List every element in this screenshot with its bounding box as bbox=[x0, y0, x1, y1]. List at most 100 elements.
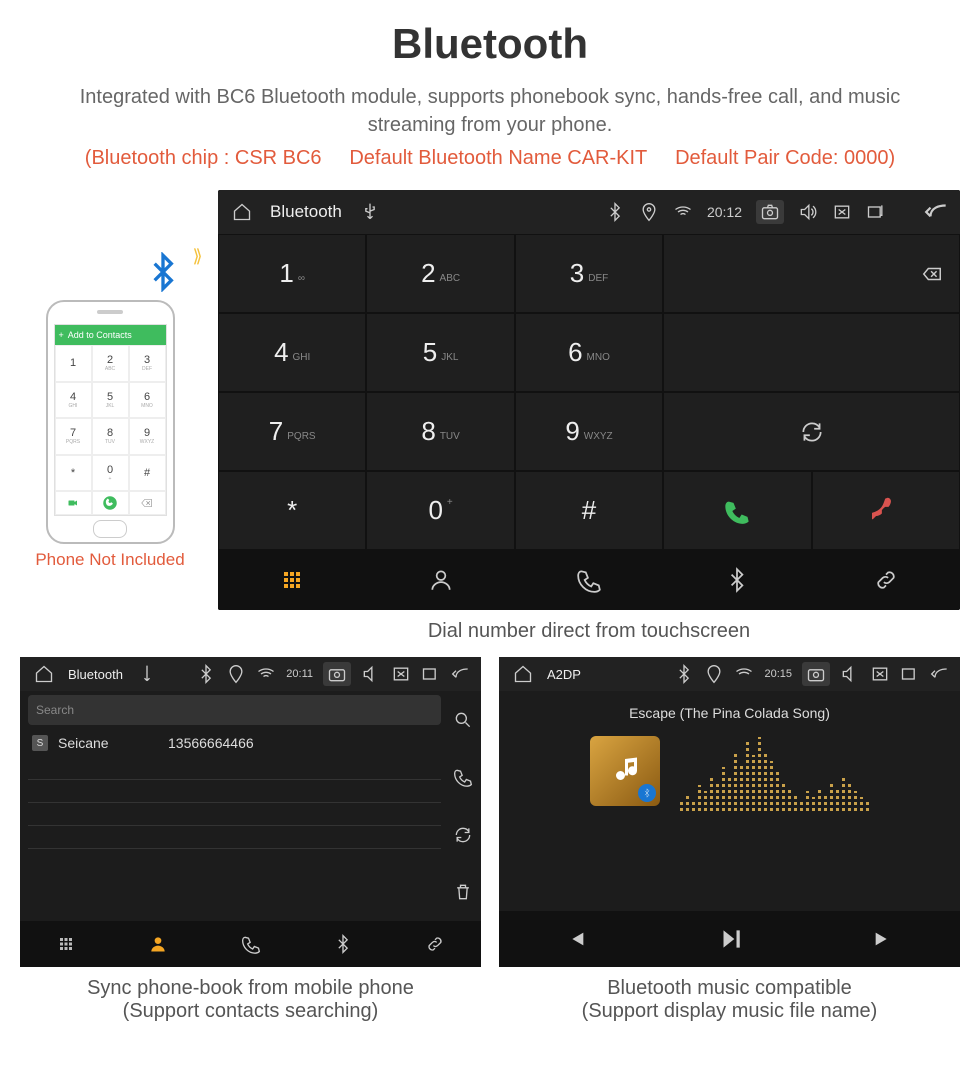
nav-dialpad[interactable] bbox=[218, 550, 366, 610]
phone-key-1: 1 bbox=[55, 345, 92, 382]
home-icon[interactable] bbox=[509, 660, 537, 688]
clock-text: 20:12 bbox=[707, 204, 742, 220]
phone-top-label: Add to Contacts bbox=[68, 330, 132, 340]
phone-key-*: * bbox=[55, 455, 92, 492]
home-icon[interactable] bbox=[30, 660, 58, 688]
key-hash[interactable]: # bbox=[515, 471, 663, 550]
hangup-button[interactable] bbox=[812, 471, 960, 550]
nav-calls[interactable] bbox=[515, 550, 663, 610]
spec-name: Default Bluetooth Name CAR-KIT bbox=[349, 147, 647, 169]
side-delete-icon[interactable] bbox=[453, 877, 473, 907]
redial-button[interactable] bbox=[663, 392, 960, 471]
key-8[interactable]: 8TUV bbox=[366, 392, 514, 471]
home-icon[interactable] bbox=[228, 198, 256, 226]
bt-badge-icon bbox=[638, 784, 656, 802]
key-7[interactable]: 7PQRS bbox=[218, 392, 366, 471]
music-status-bar: A2DP 20:15 bbox=[499, 657, 960, 691]
side-refresh-icon[interactable] bbox=[453, 820, 473, 850]
close-button[interactable] bbox=[832, 202, 852, 222]
equalizer bbox=[680, 731, 869, 811]
nav-bluetooth[interactable] bbox=[663, 550, 811, 610]
nav-link[interactable] bbox=[389, 921, 481, 967]
key-0[interactable]: 0+ bbox=[366, 471, 514, 550]
nav-contacts[interactable] bbox=[112, 921, 204, 967]
screenshot-button[interactable] bbox=[756, 200, 784, 224]
side-call-icon[interactable] bbox=[453, 762, 473, 792]
contacts-bottom-nav bbox=[20, 921, 481, 967]
recents-button[interactable] bbox=[866, 202, 886, 222]
close-button[interactable] bbox=[870, 664, 890, 684]
status-bar: Bluetooth 20:12 bbox=[218, 190, 960, 234]
location-icon bbox=[639, 202, 659, 222]
backspace-icon bbox=[129, 491, 166, 515]
search-input[interactable]: Search bbox=[28, 695, 441, 725]
dial-icon bbox=[92, 491, 129, 515]
nav-link[interactable] bbox=[812, 550, 960, 610]
close-button[interactable] bbox=[391, 664, 411, 684]
back-button[interactable] bbox=[924, 199, 950, 225]
next-button[interactable] bbox=[806, 911, 960, 967]
wifi-icon bbox=[734, 664, 754, 684]
volume-button[interactable] bbox=[798, 202, 818, 222]
spec-chip: (Bluetooth chip : CSR BC6 bbox=[85, 147, 322, 169]
contacts-caption-2: (Support contacts searching) bbox=[20, 1000, 481, 1023]
screenshot-button[interactable] bbox=[323, 662, 351, 686]
location-icon bbox=[704, 664, 724, 684]
key-5[interactable]: 5JKL bbox=[366, 313, 514, 392]
volume-button[interactable] bbox=[840, 664, 860, 684]
key-2[interactable]: 2ABC bbox=[366, 234, 514, 313]
recents-button[interactable] bbox=[421, 664, 441, 684]
phone-caption: Phone Not Included bbox=[20, 550, 200, 570]
music-screen: A2DP 20:15 E bbox=[499, 657, 960, 967]
spec-pair: Default Pair Code: 0000) bbox=[675, 147, 895, 169]
song-title: Escape (The Pina Colada Song) bbox=[629, 705, 830, 721]
key-star[interactable]: * bbox=[218, 471, 366, 550]
prev-button[interactable] bbox=[499, 911, 653, 967]
back-button[interactable] bbox=[930, 664, 950, 684]
contacts-screen: Bluetooth 20:11 bbox=[20, 657, 481, 967]
empty-1 bbox=[663, 313, 960, 392]
nav-contacts[interactable] bbox=[366, 550, 514, 610]
key-6[interactable]: 6MNO bbox=[515, 313, 663, 392]
contact-row[interactable]: S Seicane 13566664466 bbox=[20, 729, 481, 757]
screenshot-button[interactable] bbox=[802, 662, 830, 686]
contact-name: Seicane bbox=[58, 735, 168, 751]
clock-text: 20:11 bbox=[286, 668, 313, 680]
nav-dialpad[interactable] bbox=[20, 921, 112, 967]
player-controls bbox=[499, 911, 960, 967]
backspace-button[interactable] bbox=[663, 234, 960, 313]
bluetooth-icon: ⟫ bbox=[143, 252, 183, 292]
key-3[interactable]: 3DEF bbox=[515, 234, 663, 313]
recents-button[interactable] bbox=[900, 664, 920, 684]
contact-number: 13566664466 bbox=[168, 735, 254, 751]
phone-key-8: 8TUV bbox=[92, 418, 129, 455]
spec-line: (Bluetooth chip : CSR BC6 Default Blueto… bbox=[20, 147, 960, 170]
page-subtitle: Integrated with BC6 Bluetooth module, su… bbox=[60, 83, 920, 139]
back-button[interactable] bbox=[451, 664, 471, 684]
key-4[interactable]: 4GHI bbox=[218, 313, 366, 392]
play-pause-button[interactable] bbox=[653, 911, 807, 967]
contact-badge: S bbox=[32, 735, 48, 751]
key-1[interactable]: 1∞ bbox=[218, 234, 366, 313]
page-title: Bluetooth bbox=[20, 20, 960, 68]
location-icon bbox=[226, 664, 246, 684]
nav-bluetooth[interactable] bbox=[297, 921, 389, 967]
music-caption-2: (Support display music file name) bbox=[499, 1000, 960, 1023]
bt-status-icon bbox=[196, 664, 216, 684]
album-art bbox=[590, 736, 660, 806]
volume-button[interactable] bbox=[361, 664, 381, 684]
bottom-nav bbox=[218, 550, 960, 610]
clock-text: 20:15 bbox=[764, 668, 792, 680]
contacts-caption-1: Sync phone-book from mobile phone bbox=[20, 977, 481, 1000]
video-call-icon bbox=[55, 491, 92, 515]
phone-key-#: # bbox=[129, 455, 166, 492]
phone-key-2: 2ABC bbox=[92, 345, 129, 382]
contacts-status-bar: Bluetooth 20:11 bbox=[20, 657, 481, 691]
side-search-icon[interactable] bbox=[453, 705, 473, 735]
call-button[interactable] bbox=[663, 471, 811, 550]
phone-key-6: 6MNO bbox=[129, 382, 166, 419]
phone-key-3: 3DEF bbox=[129, 345, 166, 382]
key-9[interactable]: 9WXYZ bbox=[515, 392, 663, 471]
bt-status-icon bbox=[605, 202, 625, 222]
nav-calls[interactable] bbox=[204, 921, 296, 967]
